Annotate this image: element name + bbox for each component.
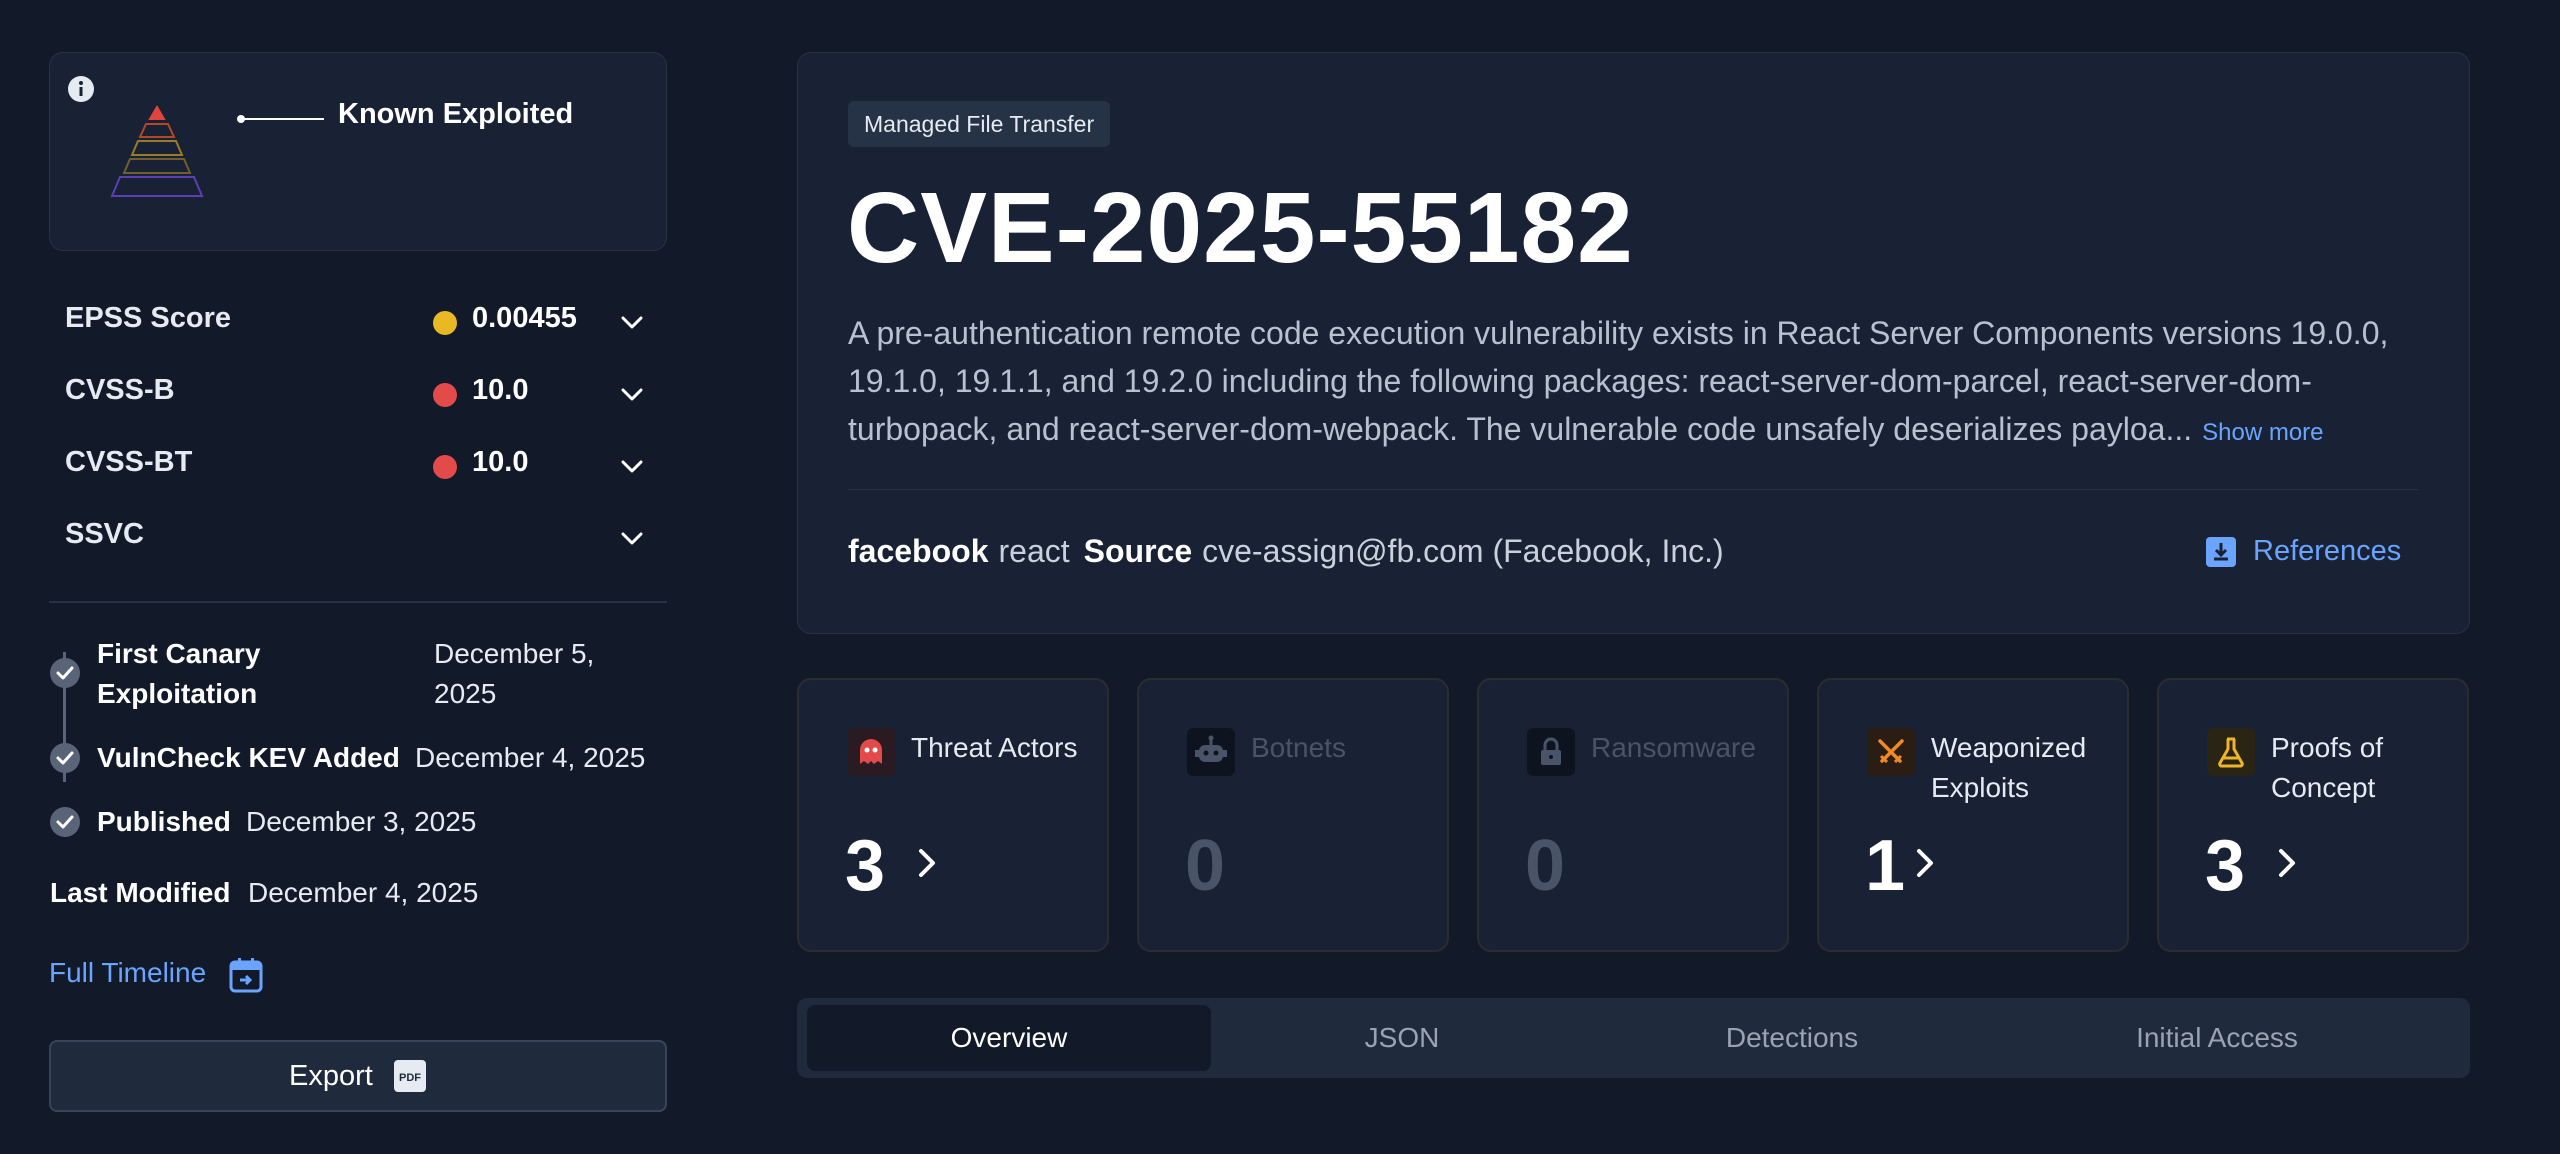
chevron-down-icon[interactable] (617, 452, 647, 482)
kev-label: Known Exploited (338, 98, 574, 130)
cve-meta-row: facebook react Source cve-assign@fb.com (Fa… (848, 531, 1724, 571)
stat-label: Threat Actors (911, 732, 1078, 763)
check-circle-icon (50, 658, 80, 688)
lock-icon (1527, 728, 1575, 776)
info-icon[interactable] (67, 75, 95, 103)
stat-label: Botnets (1251, 732, 1346, 763)
tab-bar: Overview JSON Detections Initial Access (797, 998, 2470, 1078)
export-button[interactable]: Export PDF (49, 1040, 667, 1112)
timeline-event-title: VulnCheck KEV Added (97, 742, 400, 773)
vendor-name: facebook (848, 533, 989, 569)
last-modified-label: Last Modified (50, 877, 231, 908)
timeline-event-date: December 5, 2025 (434, 638, 595, 709)
chevron-right-icon[interactable] (911, 843, 945, 883)
source-value: cve-assign@fb.com (Facebook, Inc.) (1202, 533, 1724, 569)
kev-connector-line (237, 115, 324, 123)
score-value: 0.00455 (472, 302, 577, 334)
cve-summary-card: Managed File Transfer CVE-2025-55182 A p… (797, 52, 2470, 634)
stat-count: 1 (1865, 826, 1906, 906)
check-circle-icon (50, 743, 80, 773)
timeline-event-date: December 4, 2025 (415, 742, 646, 773)
score-value: 10.0 (472, 446, 529, 478)
score-name: EPSS Score (65, 302, 232, 334)
chevron-right-icon[interactable] (2271, 843, 2305, 883)
cve-description: A pre-authentication remote code executi… (848, 309, 2428, 457)
tab-initial-access[interactable]: Initial Access (2027, 1005, 2407, 1071)
product-name: react (998, 533, 1070, 569)
description-text: A pre-authentication remote code executi… (848, 315, 2389, 447)
check-circle-icon (50, 807, 80, 837)
tab-overview[interactable]: Overview (807, 1005, 1211, 1071)
divider (848, 489, 2418, 490)
score-name: CVSS-B (65, 374, 175, 406)
timeline-event-title: First Canary Exploitation (97, 638, 261, 709)
divider (49, 601, 667, 603)
chevron-down-icon[interactable] (617, 308, 647, 338)
chevron-right-icon[interactable] (1909, 843, 1943, 883)
export-label: Export (289, 1060, 373, 1092)
references-link[interactable]: References (2253, 535, 2401, 568)
stat-label: Weaponized Exploits (1931, 732, 2087, 803)
chevron-down-icon[interactable] (617, 380, 647, 410)
score-row-epss[interactable]: EPSS Score 0.00455 (65, 294, 655, 344)
risk-pyramid-icon (110, 105, 204, 197)
stat-count: 0 (1525, 826, 1566, 906)
timeline-event-title: Published (97, 806, 231, 837)
score-name: SSVC (65, 518, 144, 550)
last-modified-date: December 4, 2025 (248, 877, 479, 908)
robot-icon (1187, 728, 1235, 776)
stat-card-ransomware: Ransomware 0 (1477, 678, 1789, 952)
score-row-cvss-b[interactable]: CVSS-B 10.0 (65, 366, 655, 416)
stat-count: 3 (2205, 826, 2246, 906)
score-name: CVSS-BT (65, 446, 193, 478)
kev-card: Known Exploited (49, 52, 667, 251)
cve-id-title: CVE-2025-55182 (847, 172, 1634, 284)
score-indicator-dot (433, 383, 457, 407)
calendar-icon[interactable] (229, 957, 263, 993)
score-indicator-dot (433, 311, 457, 335)
show-more-link[interactable]: Show more (2202, 419, 2323, 446)
stat-card-threat-actors[interactable]: Threat Actors 3 (797, 678, 1109, 952)
score-row-cvss-bt[interactable]: CVSS-BT 10.0 (65, 438, 655, 488)
timeline-event-date: December 3, 2025 (246, 806, 477, 837)
score-row-ssvc[interactable]: SSVC (65, 510, 655, 560)
stat-count: 3 (845, 826, 886, 906)
download-icon[interactable] (2206, 537, 2236, 567)
flask-icon (2207, 728, 2255, 776)
pdf-icon: PDF (394, 1060, 426, 1092)
stat-label: Proofs of Concept (2271, 732, 2384, 803)
chevron-down-icon[interactable] (617, 524, 647, 554)
tab-detections[interactable]: Detections (1602, 1005, 1982, 1071)
svg-text:PDF: PDF (399, 1072, 421, 1084)
tab-json[interactable]: JSON (1212, 1005, 1592, 1071)
category-badge: Managed File Transfer (848, 101, 1111, 147)
stat-card-botnets: Botnets 0 (1137, 678, 1449, 952)
stat-card-proofs-of-concept[interactable]: Proofs of Concept 3 (2157, 678, 2469, 952)
full-timeline-link[interactable]: Full Timeline (49, 957, 206, 989)
source-label: Source (1083, 533, 1193, 569)
stat-label: Ransomware (1591, 732, 1756, 763)
score-value: 10.0 (472, 374, 529, 406)
score-indicator-dot (433, 455, 457, 479)
ghost-icon (847, 728, 895, 776)
stat-card-weaponized-exploits[interactable]: Weaponized Exploits 1 (1817, 678, 2129, 952)
stat-count: 0 (1185, 826, 1226, 906)
crossed-swords-icon (1867, 728, 1915, 776)
